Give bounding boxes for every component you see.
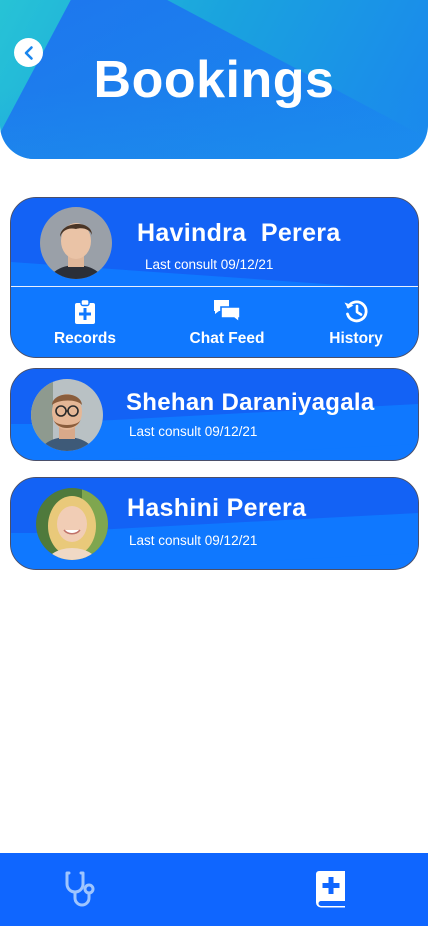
records-button[interactable]: Records — [40, 287, 130, 357]
page-title: Bookings — [93, 51, 335, 109]
doctor-name: Shehan Daraniyagala — [126, 389, 375, 416]
records-label: Records — [53, 330, 117, 347]
history-button[interactable]: History — [316, 287, 396, 357]
doctor-name: Hashini Perera — [127, 494, 307, 522]
nav-doctors[interactable] — [61, 869, 101, 909]
card-divider — [11, 286, 418, 287]
clipboard-plus-icon — [75, 298, 95, 324]
history-icon — [344, 300, 368, 323]
avatar — [31, 379, 103, 451]
stethoscope-icon — [65, 871, 95, 907]
bottom-nav — [0, 853, 428, 926]
chat-feed-label: Chat Feed — [189, 330, 265, 347]
last-consult-date: Last consult 09/12/21 — [129, 424, 258, 439]
doctor-name: Havindra Perera — [137, 219, 341, 247]
last-consult-date: Last consult 09/12/21 — [145, 257, 274, 272]
avatar — [36, 488, 108, 560]
header: Bookings — [0, 0, 428, 159]
nav-bookings[interactable] — [311, 869, 351, 909]
chat-feed-button[interactable]: Chat Feed — [177, 287, 277, 357]
booking-card-hashini[interactable]: Hashini Perera Last consult 09/12/21 — [10, 477, 419, 570]
history-label: History — [329, 330, 383, 347]
booking-card-shehan[interactable]: Shehan Daraniyagala Last consult 09/12/2… — [10, 368, 419, 461]
last-consult-date: Last consult 09/12/21 — [129, 533, 258, 548]
avatar — [40, 207, 112, 279]
chat-bubbles-icon — [214, 300, 241, 323]
card-actions: Records Chat Feed History — [11, 287, 418, 357]
medical-book-icon — [316, 871, 345, 908]
booking-card-havindra[interactable]: Havindra Perera Last consult 09/12/21 Re… — [10, 197, 419, 358]
